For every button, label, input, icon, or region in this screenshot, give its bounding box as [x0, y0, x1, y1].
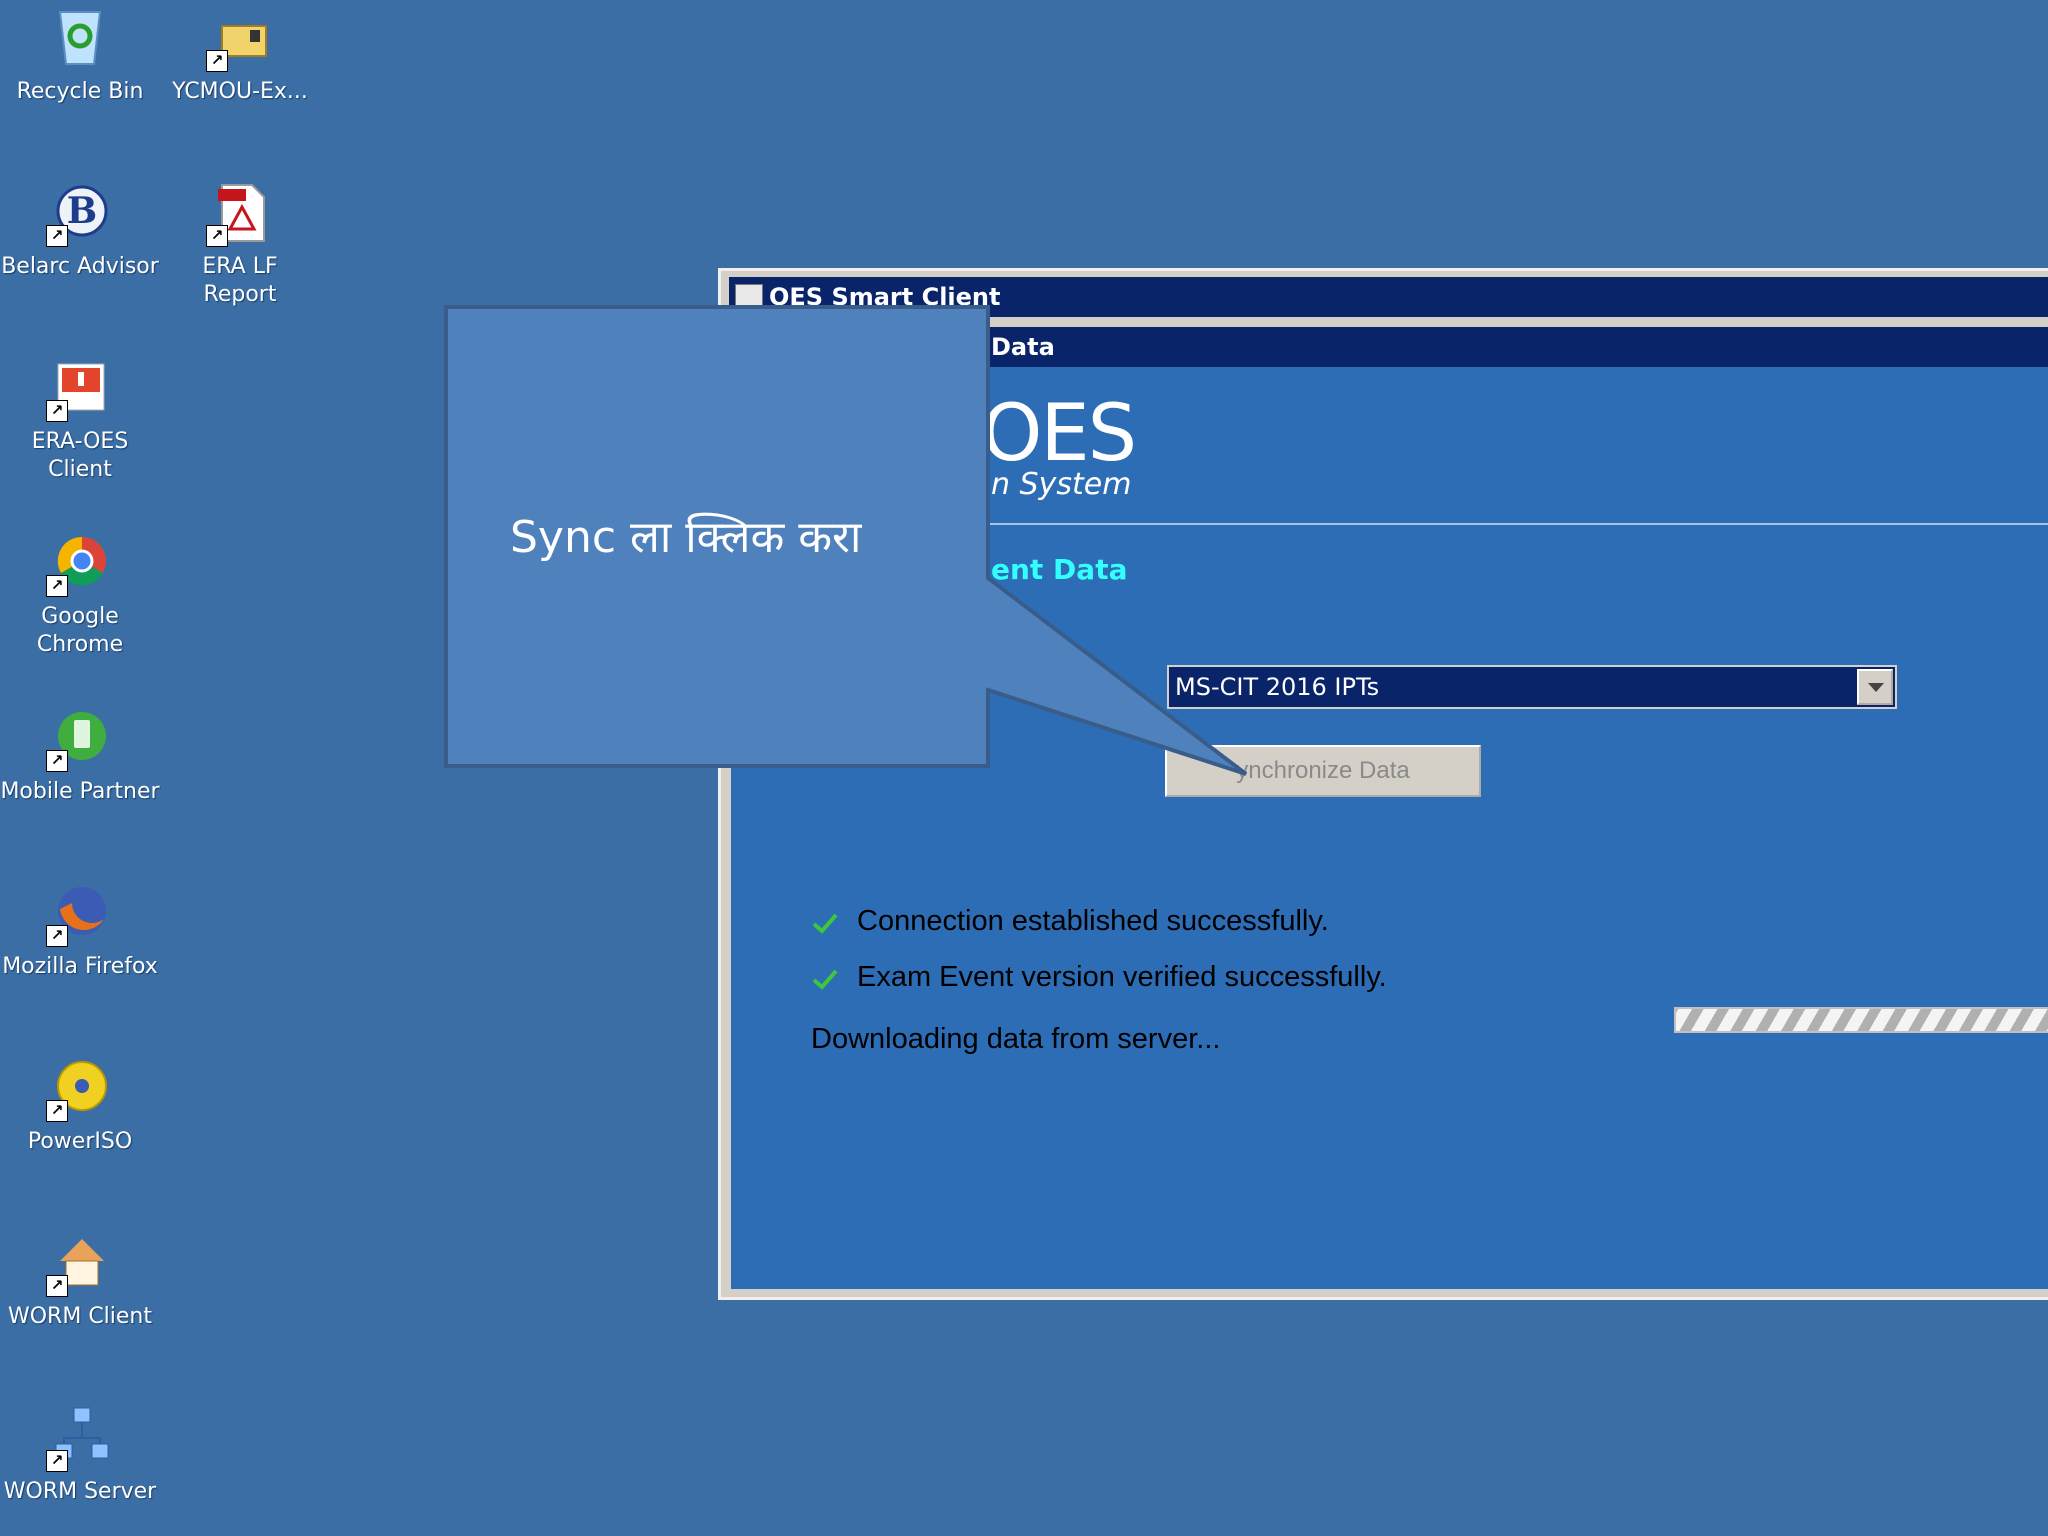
- folder-lock-icon: ↗: [206, 4, 274, 72]
- status-text: Downloading data from server...: [811, 1023, 1221, 1055]
- shortcut-arrow-icon: ↗: [46, 750, 68, 772]
- shortcut-arrow-icon: ↗: [46, 225, 68, 247]
- desktop-icon[interactable]: ↗ YCMOU-Ex...: [160, 4, 320, 106]
- worm-server-icon: ↗: [46, 1404, 114, 1472]
- check-icon: [812, 969, 838, 990]
- desktop-icon[interactable]: ↗ ERA-OES Client: [0, 354, 160, 484]
- synchronize-data-button[interactable]: ynchronize Data: [1165, 745, 1481, 797]
- shortcut-arrow-icon: ↗: [46, 1275, 68, 1297]
- desktop-icon-label: PowerISO: [27, 1129, 133, 1154]
- desktop-icon-label: Mobile Partner: [0, 779, 160, 804]
- oes-logo-subtext: n System: [991, 467, 1132, 502]
- shortcut-arrow-icon: ↗: [46, 925, 68, 947]
- chrome-icon: ↗: [46, 529, 114, 597]
- shortcut-arrow-icon: ↗: [46, 1450, 68, 1472]
- status-text: Exam Event version verified successfully…: [857, 961, 1387, 993]
- download-progress-bar: [1674, 1007, 2048, 1033]
- desktop-icon[interactable]: ↗ PowerISO: [0, 1054, 160, 1156]
- shortcut-arrow-icon: ↗: [46, 575, 68, 597]
- firefox-icon: ↗: [46, 879, 114, 947]
- desktop-icon-label: Belarc Advisor: [1, 254, 159, 279]
- check-icon: [812, 913, 838, 934]
- recycle-bin-icon: [46, 4, 114, 72]
- window-content: Data OES n System ent Data MS-CIT 2016 I…: [731, 327, 2048, 1289]
- panel-header-label: Data: [991, 333, 1055, 361]
- desktop-icon-label: WORM Server: [3, 1479, 157, 1504]
- shortcut-arrow-icon: ↗: [206, 50, 228, 72]
- desktop-icon-label: Recycle Bin: [16, 79, 144, 104]
- desktop-icon-label: YCMOU-Ex...: [172, 79, 308, 104]
- desktop-icon[interactable]: ↗ Mozilla Firefox: [0, 879, 160, 981]
- poweriso-icon: ↗: [46, 1054, 114, 1122]
- mobile-partner-icon: ↗: [46, 704, 114, 772]
- shortcut-arrow-icon: ↗: [46, 400, 68, 422]
- shortcut-arrow-icon: ↗: [206, 225, 228, 247]
- status-text: Connection established successfully.: [857, 905, 1329, 937]
- desktop-icon[interactable]: ↗ Google Chrome: [0, 529, 160, 659]
- callout-text: Sync ला क्लिक करा: [510, 512, 862, 563]
- desktop-icon[interactable]: Recycle Bin: [0, 4, 160, 106]
- desktop-icon[interactable]: B ↗ Belarc Advisor: [0, 179, 160, 281]
- chevron-down-icon[interactable]: [1857, 669, 1893, 705]
- desktop-icon-label: ERA LF Report: [202, 254, 278, 307]
- desktop-icon-label: Mozilla Firefox: [2, 954, 158, 979]
- oes-logo-text: OES: [981, 389, 1137, 479]
- desktop-icon-label: Google Chrome: [36, 604, 124, 657]
- section-title: ent Data: [991, 553, 1128, 586]
- svg-text:B: B: [67, 190, 97, 232]
- desktop-icon-label: WORM Client: [7, 1304, 153, 1329]
- exam-event-select-value: MS-CIT 2016 IPTs: [1175, 673, 1380, 701]
- worm-client-icon: ↗: [46, 1229, 114, 1297]
- oes-smart-client-window: OES Smart Client Data OES n System ent D…: [718, 268, 2048, 1300]
- era-oes-icon: ↗: [46, 354, 114, 422]
- desktop-icon[interactable]: ↗ ERA LF Report: [160, 179, 320, 309]
- desktop-icon[interactable]: ↗ Mobile Partner: [0, 704, 160, 806]
- desktop-icon[interactable]: ↗ WORM Client: [0, 1229, 160, 1331]
- window-title: OES Smart Client: [769, 283, 1001, 311]
- pdf-icon: ↗: [206, 179, 274, 247]
- desktop-icon-label: ERA-OES Client: [31, 429, 129, 482]
- desktop-icon[interactable]: ↗ WORM Server: [0, 1404, 160, 1506]
- exam-event-select[interactable]: MS-CIT 2016 IPTs: [1167, 665, 1897, 709]
- window-titlebar[interactable]: OES Smart Client: [729, 277, 2048, 317]
- panel-header: Data: [731, 327, 2048, 367]
- java-app-icon: [735, 284, 763, 312]
- shortcut-arrow-icon: ↗: [46, 1100, 68, 1122]
- belarc-icon: B ↗: [46, 179, 114, 247]
